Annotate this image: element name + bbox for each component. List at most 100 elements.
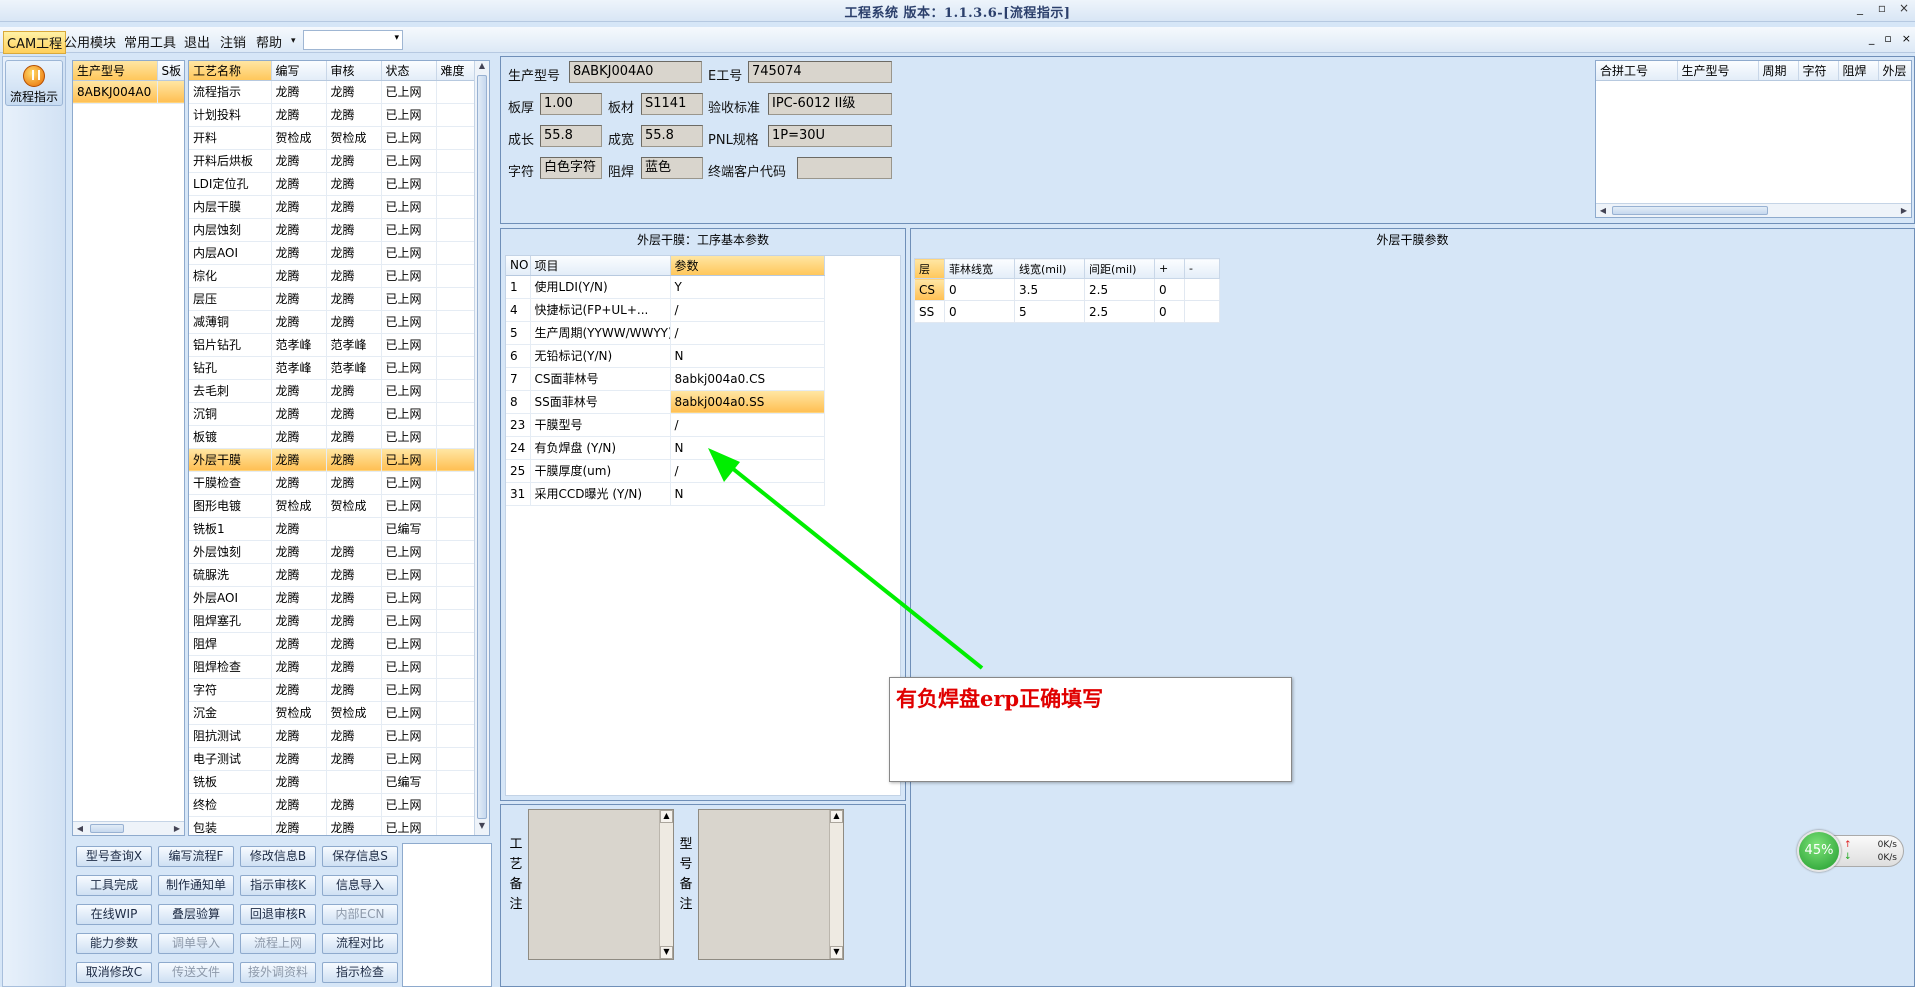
process-row[interactable]: 阻焊检查 龙腾 龙腾 已上网 — [189, 655, 476, 679]
menu-tools[interactable]: 常用工具 — [121, 31, 179, 52]
menu-combo[interactable]: ▾ — [303, 30, 403, 50]
col-mask[interactable]: 阻焊 — [1838, 61, 1879, 81]
action-button[interactable]: 型号查询X — [76, 846, 152, 867]
process-row[interactable]: 减薄铜 龙腾 龙腾 已上网 — [189, 310, 476, 334]
col-writer[interactable]: 编写 — [271, 61, 327, 81]
menu-help[interactable]: 帮助 — [253, 31, 285, 52]
col-char[interactable]: 字符 — [1798, 61, 1839, 81]
param-cell-value[interactable]: Y — [670, 275, 825, 299]
process-row[interactable]: 阻焊 龙腾 龙腾 已上网 — [189, 632, 476, 656]
process-row[interactable]: 开料后烘板 龙腾 龙腾 已上网 — [189, 149, 476, 173]
param-row[interactable]: 4 快捷标记(FP+UL+... / — [506, 298, 825, 322]
col-period[interactable]: 周期 — [1758, 61, 1799, 81]
action-button[interactable]: 工具完成 — [76, 875, 152, 896]
action-button[interactable]: 保存信息S — [322, 846, 398, 867]
help-dropdown-icon[interactable]: ▾ — [288, 35, 299, 47]
param-cell-value[interactable]: N — [670, 344, 825, 368]
process-row[interactable]: 沉铜 龙腾 龙腾 已上网 — [189, 402, 476, 426]
col-outer[interactable]: 外层 — [1878, 61, 1911, 81]
col-layer[interactable]: 层 — [914, 258, 945, 279]
action-button[interactable]: 调单导入 — [158, 933, 234, 954]
length-field[interactable]: 55.8 — [540, 125, 602, 147]
process-row[interactable]: 内层干膜 龙腾 龙腾 已上网 — [189, 195, 476, 219]
standard-field[interactable]: IPC-6012 II级 — [768, 93, 892, 115]
param-cell-value[interactable]: / — [670, 298, 825, 322]
menu-exit[interactable]: 退出 — [181, 31, 213, 52]
process-row[interactable]: 流程指示 龙腾 龙腾 已上网 — [189, 80, 476, 104]
action-button[interactable]: 叠层验算 — [158, 904, 234, 925]
process-row[interactable]: 铣板 龙腾 已编写 — [189, 770, 476, 794]
param-row[interactable]: 5 生产周期(YYWW/WWYY) / — [506, 321, 825, 345]
col-merge-model[interactable]: 生产型号 — [1677, 61, 1759, 81]
param-row[interactable]: 8 SS面菲林号 8abkj004a0.SS — [506, 390, 825, 414]
process-row[interactable]: 外层AOI 龙腾 龙腾 已上网 — [189, 586, 476, 610]
film-row[interactable]: SS 0 5 2.5 0 — [914, 300, 1220, 323]
col-item[interactable]: 项目 — [530, 256, 671, 276]
process-row[interactable]: 棕化 龙腾 龙腾 已上网 — [189, 264, 476, 288]
action-button[interactable]: 指示检查 — [322, 962, 398, 983]
param-row[interactable]: 1 使用LDI(Y/N) Y — [506, 275, 825, 299]
process-row[interactable]: 沉金 贺检成 贺检成 已上网 — [189, 701, 476, 725]
merge-hscroll[interactable]: ◀ ▶ — [1596, 203, 1911, 217]
maximize-button[interactable]: ▫ — [1875, 1, 1889, 15]
eno-field[interactable]: 745074 — [748, 61, 892, 83]
network-monitor[interactable]: ↑ ↓ 0K/s 0K/s 45% — [1797, 830, 1904, 872]
process-row[interactable]: 阻焊塞孔 龙腾 龙腾 已上网 — [189, 609, 476, 633]
mdi-minimize-button[interactable]: _ — [1869, 32, 1875, 45]
process-remark-box[interactable]: ▲ ▼ — [528, 809, 674, 960]
param-cell-value[interactable]: / — [670, 413, 825, 437]
process-row[interactable]: 内层AOI 龙腾 龙腾 已上网 — [189, 241, 476, 265]
action-button[interactable]: 信息导入 — [322, 875, 398, 896]
action-button[interactable]: 回退审核R — [240, 904, 316, 925]
process-row[interactable]: 铝片钻孔 范孝峰 范孝峰 已上网 — [189, 333, 476, 357]
mdi-close-button[interactable]: × — [1902, 32, 1911, 45]
model-field[interactable]: 8ABKJ004A0 — [569, 61, 702, 83]
process-row[interactable]: 电子测试 龙腾 龙腾 已上网 — [189, 747, 476, 771]
flow-indicator-button[interactable]: 流程指示 — [5, 60, 63, 106]
process-row[interactable]: 去毛刺 龙腾 龙腾 已上网 — [189, 379, 476, 403]
action-button[interactable]: 制作通知单 — [158, 875, 234, 896]
process-row[interactable]: 包装 龙腾 龙腾 已上网 — [189, 816, 476, 835]
action-button[interactable]: 接外调资料 — [240, 962, 316, 983]
col-process-name[interactable]: 工艺名称 — [189, 61, 272, 81]
param-row[interactable]: 6 无铅标记(Y/N) N — [506, 344, 825, 368]
process-row[interactable]: 开料 贺检成 贺检成 已上网 — [189, 126, 476, 150]
process-row[interactable]: 图形电镀 贺检成 贺检成 已上网 — [189, 494, 476, 518]
action-button[interactable]: 流程对比 — [322, 933, 398, 954]
col-merge-no[interactable]: 合拼工号 — [1596, 61, 1678, 81]
action-button[interactable]: 取消修改C — [76, 962, 152, 983]
action-button[interactable]: 流程上网 — [240, 933, 316, 954]
action-button[interactable]: 内部ECN — [322, 904, 398, 925]
process-row[interactable]: 层压 龙腾 龙腾 已上网 — [189, 287, 476, 311]
col-param[interactable]: 参数 — [670, 256, 825, 276]
process-row[interactable]: 钻孔 范孝峰 范孝峰 已上网 — [189, 356, 476, 380]
col-difficulty[interactable]: 难度 — [436, 61, 476, 81]
process-row[interactable]: 终检 龙腾 龙腾 已上网 — [189, 793, 476, 817]
pnl-field[interactable]: 1P=30U — [768, 125, 892, 147]
col-s-board[interactable]: S板 — [157, 61, 184, 81]
param-cell-value[interactable]: 8abkj004a0.SS — [670, 390, 825, 414]
action-button[interactable]: 能力参数 — [76, 933, 152, 954]
action-button[interactable]: 编写流程F — [158, 846, 234, 867]
width-field[interactable]: 55.8 — [641, 125, 703, 147]
minimize-button[interactable]: _ — [1853, 1, 1867, 15]
material-field[interactable]: S1141 — [641, 93, 703, 115]
menu-common-module[interactable]: 公用模块 — [61, 31, 119, 52]
col-status[interactable]: 状态 — [381, 61, 437, 81]
col-reviewer[interactable]: 审核 — [326, 61, 382, 81]
col-model[interactable]: 生产型号 — [73, 61, 158, 81]
param-cell-value[interactable]: 8abkj004a0.CS — [670, 367, 825, 391]
process-row[interactable]: LDI定位孔 龙腾 龙腾 已上网 — [189, 172, 476, 196]
col-line-width[interactable]: 线宽(mil) — [1014, 258, 1085, 279]
process-row[interactable]: 铣板1 龙腾 已编写 — [189, 517, 476, 541]
menu-logout[interactable]: 注销 — [217, 31, 249, 52]
process-row[interactable]: 干膜检查 龙腾 龙腾 已上网 — [189, 471, 476, 495]
action-button[interactable]: 传送文件 — [158, 962, 234, 983]
close-button[interactable]: × — [1897, 1, 1911, 15]
param-row[interactable]: 23 干膜型号 / — [506, 413, 825, 437]
mask-field[interactable]: 蓝色 — [641, 157, 703, 179]
customer-field[interactable] — [797, 157, 892, 179]
process-row[interactable]: 计划投料 龙腾 龙腾 已上网 — [189, 103, 476, 127]
model-remark-box[interactable]: ▲ ▼ — [698, 809, 844, 960]
process-row[interactable]: 外层蚀刻 龙腾 龙腾 已上网 — [189, 540, 476, 564]
